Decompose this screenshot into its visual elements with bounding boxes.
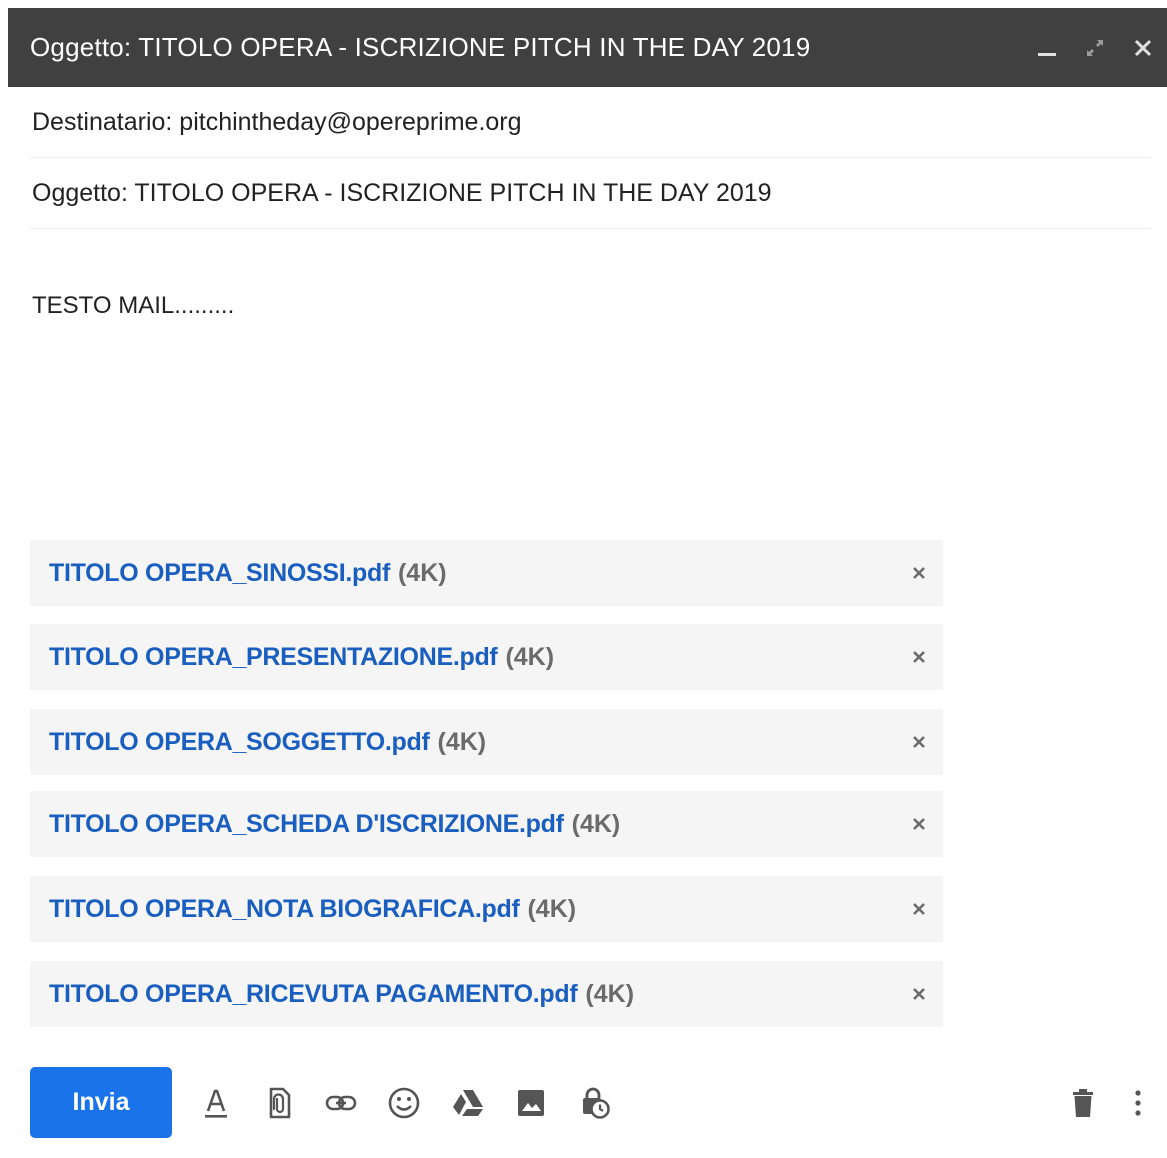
attachment-chip[interactable]: TITOLO OPERA_SCHEDA D'ISCRIZIONE.pdf (4K… bbox=[30, 791, 943, 857]
trash-icon[interactable] bbox=[1058, 1078, 1108, 1128]
window-controls bbox=[1023, 8, 1167, 87]
subject-field[interactable]: Oggetto: TITOLO OPERA - ISCRIZIONE PITCH… bbox=[30, 158, 1151, 229]
attachment-name[interactable]: TITOLO OPERA_SINOSSI.pdf bbox=[49, 559, 390, 588]
attachment-size: (4K) bbox=[571, 809, 621, 838]
attachment-size: (4K) bbox=[585, 979, 635, 1008]
attachment-name[interactable]: TITOLO OPERA_SCHEDA D'ISCRIZIONE.pdf bbox=[49, 810, 564, 839]
attachment-name[interactable]: TITOLO OPERA_SOGGETTO.pdf bbox=[49, 728, 430, 757]
remove-attachment-icon[interactable] bbox=[903, 641, 935, 673]
confidential-icon[interactable] bbox=[569, 1078, 619, 1128]
attachment-name[interactable]: TITOLO OPERA_NOTA BIOGRAFICA.pdf bbox=[49, 895, 520, 924]
attachment-chip[interactable]: TITOLO OPERA_SINOSSI.pdf (4K) bbox=[30, 540, 943, 606]
attachment-chip[interactable]: TITOLO OPERA_NOTA BIOGRAFICA.pdf (4K) bbox=[30, 876, 943, 942]
minimize-icon[interactable] bbox=[1023, 24, 1071, 72]
emoji-icon[interactable] bbox=[379, 1078, 429, 1128]
remove-attachment-icon[interactable] bbox=[903, 726, 935, 758]
remove-attachment-icon[interactable] bbox=[903, 978, 935, 1010]
fullscreen-icon[interactable] bbox=[1071, 24, 1119, 72]
remove-attachment-icon[interactable] bbox=[903, 893, 935, 925]
attachment-chip[interactable]: TITOLO OPERA_RICEVUTA PAGAMENTO.pdf (4K) bbox=[30, 961, 943, 1027]
link-icon[interactable] bbox=[316, 1078, 366, 1128]
remove-attachment-icon[interactable] bbox=[903, 808, 935, 840]
send-button[interactable]: Invia bbox=[30, 1067, 172, 1138]
attachment-chip[interactable]: TITOLO OPERA_SOGGETTO.pdf (4K) bbox=[30, 709, 943, 775]
attachment-name[interactable]: TITOLO OPERA_PRESENTAZIONE.pdf bbox=[49, 643, 498, 672]
recipient-field[interactable]: Destinatario: pitchintheday@opereprime.o… bbox=[30, 87, 1151, 158]
attachment-name[interactable]: TITOLO OPERA_RICEVUTA PAGAMENTO.pdf bbox=[49, 980, 578, 1009]
more-options-icon[interactable] bbox=[1113, 1078, 1163, 1128]
window-title: Oggetto: TITOLO OPERA - ISCRIZIONE PITCH… bbox=[30, 32, 811, 62]
subject-text: Oggetto: TITOLO OPERA - ISCRIZIONE PITCH… bbox=[32, 178, 772, 207]
formatting-icon[interactable] bbox=[191, 1078, 241, 1128]
recipient-text: Destinatario: pitchintheday@opereprime.o… bbox=[32, 107, 522, 136]
attachment-size: (4K) bbox=[397, 558, 447, 587]
compose-title-bar: Oggetto: TITOLO OPERA - ISCRIZIONE PITCH… bbox=[8, 8, 1167, 87]
attachment-size: (4K) bbox=[527, 894, 577, 923]
attachment-size: (4K) bbox=[437, 727, 487, 756]
remove-attachment-icon[interactable] bbox=[903, 557, 935, 589]
attach-icon[interactable] bbox=[254, 1078, 304, 1128]
attachment-size: (4K) bbox=[505, 642, 555, 671]
close-icon[interactable] bbox=[1119, 24, 1167, 72]
message-body[interactable]: TESTO MAIL......... bbox=[32, 292, 234, 320]
photo-icon[interactable] bbox=[506, 1078, 556, 1128]
attachment-chip[interactable]: TITOLO OPERA_PRESENTAZIONE.pdf (4K) bbox=[30, 624, 943, 690]
drive-icon[interactable] bbox=[443, 1078, 493, 1128]
